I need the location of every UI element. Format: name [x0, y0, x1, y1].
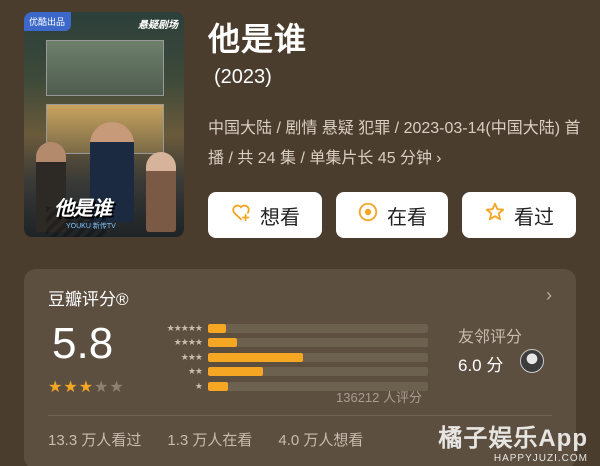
want-label: 想看	[260, 206, 300, 229]
poster-panel-top	[46, 40, 164, 96]
rating-count[interactable]: 136212 人评分	[336, 387, 422, 406]
poster-image[interactable]: 优酷出品 悬疑剧场 他是谁 YOUKU 新传TV	[24, 12, 184, 237]
rating-distribution: ★★★★★ ★★★★ ★★★ ★★ ★	[150, 321, 428, 394]
poster-brand: 悬疑剧场	[138, 20, 178, 31]
star-filled-icon: ★	[78, 379, 95, 396]
meta-text: 中国大陆 / 剧情 悬疑 犯罪 / 2023-03-14(中国大陆) 首播 / …	[208, 120, 581, 167]
distribution-stars-icon: ★★★	[180, 351, 203, 362]
watched-button[interactable]: 看过	[462, 192, 576, 238]
target-icon	[357, 201, 379, 229]
star-outline-icon	[484, 201, 506, 229]
distribution-row: ★★★★	[150, 336, 428, 350]
watched-label: 看过	[514, 206, 554, 229]
poster-platforms: YOUKU 新传TV	[66, 223, 116, 230]
chevron-right-icon: ›	[436, 150, 442, 167]
poster-figure-right	[146, 152, 176, 232]
chevron-right-icon[interactable]: ›	[546, 285, 552, 306]
star-filled-icon: ★	[63, 379, 79, 396]
distribution-track	[208, 323, 428, 333]
friend-avatar[interactable]	[520, 349, 544, 373]
distribution-track	[208, 338, 428, 347]
distribution-stars-icon: ★★★★★	[166, 322, 203, 333]
distribution-stars-icon: ★	[194, 380, 203, 391]
want-count[interactable]: 4.0 万人想看	[278, 429, 363, 450]
want-button[interactable]: 想看	[208, 192, 322, 238]
divider	[48, 415, 552, 416]
distribution-stars-icon: ★★	[187, 366, 203, 376]
distribution-bar	[208, 352, 303, 362]
rating-stars: ★★★★★	[48, 377, 125, 397]
watched-count[interactable]: 13.3 万人看过	[48, 429, 141, 450]
star-empty-icon: ★	[94, 379, 110, 396]
heart-plus-icon	[230, 201, 252, 229]
friend-rating-score[interactable]: 6.0 分	[458, 351, 503, 376]
watermark-line2: HAPPYJUZI.COM	[493, 453, 588, 464]
distribution-bar	[208, 338, 237, 347]
meta-info[interactable]: 中国大陆 / 剧情 悬疑 犯罪 / 2023-03-14(中国大陆) 首播 / …	[208, 114, 588, 174]
watermark-line1: 橘子娱乐App	[438, 425, 588, 452]
watermark: 橘子娱乐App HAPPYJUZI.COM	[438, 418, 588, 464]
distribution-track	[208, 367, 428, 376]
distribution-bar	[208, 323, 226, 333]
friend-rating-label: 友邻评分	[458, 329, 523, 346]
poster-badge: 优酷出品	[24, 12, 72, 31]
watching-count[interactable]: 1.3 万人在看	[167, 429, 252, 450]
rating-header: 豆瓣评分®	[48, 290, 129, 309]
distribution-stars-icon: ★★★★	[173, 337, 203, 347]
poster-title-art: 他是谁	[54, 198, 112, 220]
release-year: (2023)	[214, 66, 272, 88]
audience-stats: 13.3 万人看过 1.3 万人在看 4.0 万人想看	[48, 429, 363, 450]
star-empty-icon: ★	[109, 379, 125, 396]
distribution-bar	[208, 367, 263, 376]
distribution-bar	[208, 381, 228, 391]
distribution-row: ★★★	[150, 350, 428, 364]
watching-button[interactable]: 在看	[336, 192, 448, 238]
page-title: 他是谁	[208, 21, 308, 57]
rating-score: 5.8	[52, 319, 114, 368]
distribution-track	[208, 352, 428, 362]
distribution-row: ★★	[150, 365, 428, 379]
star-filled-icon: ★	[48, 379, 64, 396]
distribution-row: ★★★★★	[150, 321, 428, 335]
watching-label: 在看	[387, 206, 427, 229]
